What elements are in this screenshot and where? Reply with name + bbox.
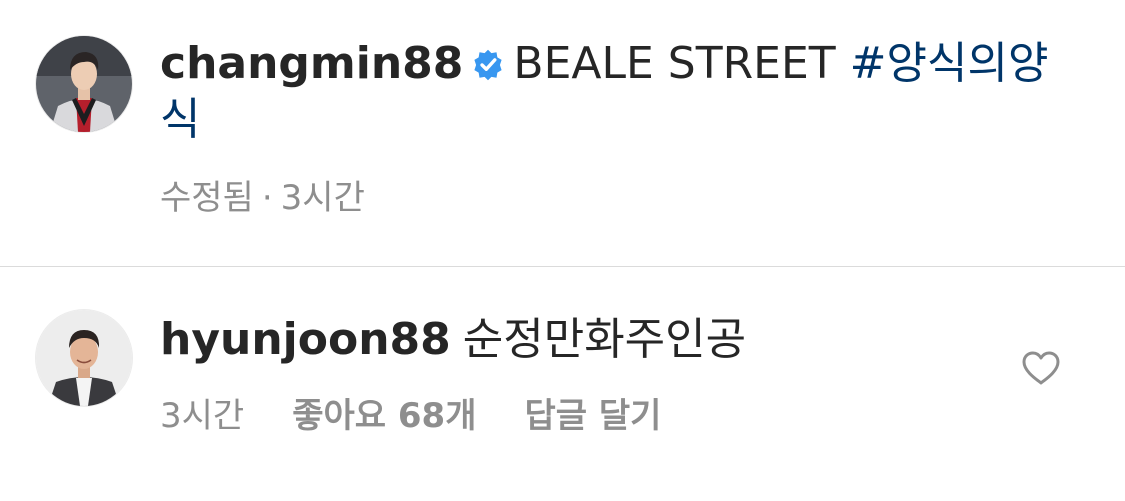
meta-separator: · <box>261 178 273 218</box>
caption-text: changmin88 BEALE STREET #양식의양식 <box>160 36 1060 148</box>
commenter-avatar[interactable] <box>36 310 132 406</box>
comment-time: 3시간 <box>160 396 245 436</box>
post-time: 3시간 <box>280 178 365 218</box>
comment-likes-button[interactable]: 좋아요 68개 <box>292 394 476 438</box>
reply-button[interactable]: 답글 달기 <box>524 394 661 438</box>
verified-badge-icon <box>474 49 503 81</box>
comment-body: 순정만화주인공 <box>462 314 747 365</box>
comment-meta: 3시간 좋아요 68개 답글 달기 <box>160 394 661 438</box>
comment-text: hyunjoon88 순정만화주인공 <box>160 312 980 368</box>
author-username[interactable]: changmin88 <box>160 38 463 89</box>
commenter-username[interactable]: hyunjoon88 <box>160 314 451 365</box>
caption-meta: 수정됨 · 3시간 <box>160 176 365 220</box>
caption-body: BEALE STREET <box>513 38 836 89</box>
author-avatar[interactable] <box>36 36 132 132</box>
heart-outline-icon[interactable] <box>1020 350 1062 386</box>
post-caption: changmin88 BEALE STREET #양식의양식 수정됨 · 3시간 <box>0 0 1125 266</box>
edited-label: 수정됨 <box>160 178 254 218</box>
divider <box>0 266 1125 267</box>
